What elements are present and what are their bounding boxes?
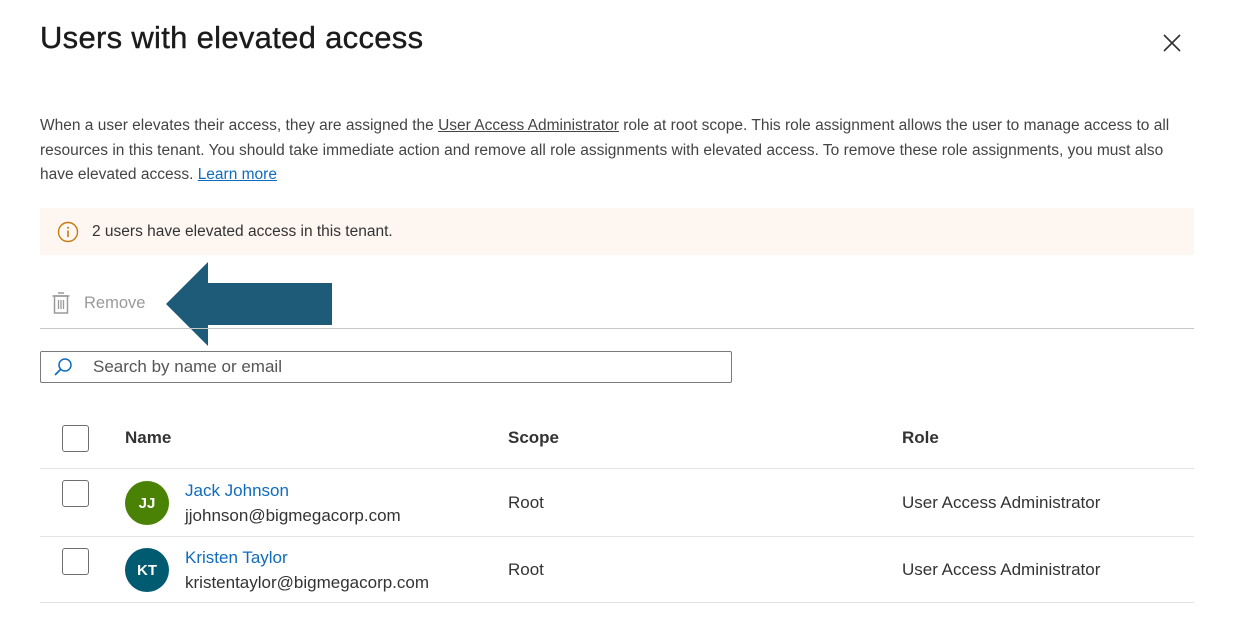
row-checkbox[interactable] <box>62 480 89 507</box>
user-name-link[interactable]: Jack Johnson <box>185 481 289 501</box>
toolbar: Remove <box>40 283 149 323</box>
select-all-checkbox[interactable] <box>62 425 89 452</box>
avatar: KT <box>125 548 169 592</box>
user-name-link[interactable]: Kristen Taylor <box>185 548 288 568</box>
close-button[interactable] <box>1156 27 1188 59</box>
warning-banner: 2 users have elevated access in this ten… <box>40 208 1194 255</box>
learn-more-link[interactable]: Learn more <box>198 166 277 183</box>
row-separator <box>40 536 1194 537</box>
row-separator <box>40 602 1194 603</box>
scope-cell: Root <box>508 560 544 579</box>
info-icon <box>56 220 80 244</box>
close-icon[interactable] <box>1162 33 1182 53</box>
column-header-name[interactable]: Name <box>125 428 171 448</box>
column-header-scope[interactable]: Scope <box>508 428 559 448</box>
trash-icon <box>50 290 72 316</box>
toolbar-divider <box>40 328 1194 329</box>
description-text-1: When a user elevates their access, they … <box>40 117 439 134</box>
role-cell: User Access Administrator <box>902 493 1101 512</box>
scope-cell: Root <box>508 493 544 512</box>
avatar: JJ <box>125 481 169 525</box>
search-icon <box>53 357 73 377</box>
column-header-role[interactable]: Role <box>902 428 939 448</box>
description: When a user elevates their access, they … <box>40 114 1190 188</box>
role-name: User Access Administrator <box>438 117 619 134</box>
user-email: kristentaylor@bigmegacorp.com <box>185 573 430 592</box>
annotation-arrow <box>166 262 332 346</box>
remove-label: Remove <box>84 293 146 312</box>
dialog-title: Users with elevated access <box>40 20 424 55</box>
search-input[interactable] <box>91 356 695 378</box>
banner-text: 2 users have elevated access in this ten… <box>92 222 393 240</box>
role-cell: User Access Administrator <box>902 560 1101 579</box>
row-checkbox[interactable] <box>62 548 89 575</box>
remove-button[interactable]: Remove <box>40 290 149 316</box>
header-separator <box>40 468 1194 469</box>
user-email: jjohnson@bigmegacorp.com <box>185 506 401 525</box>
search-box[interactable] <box>40 351 732 383</box>
